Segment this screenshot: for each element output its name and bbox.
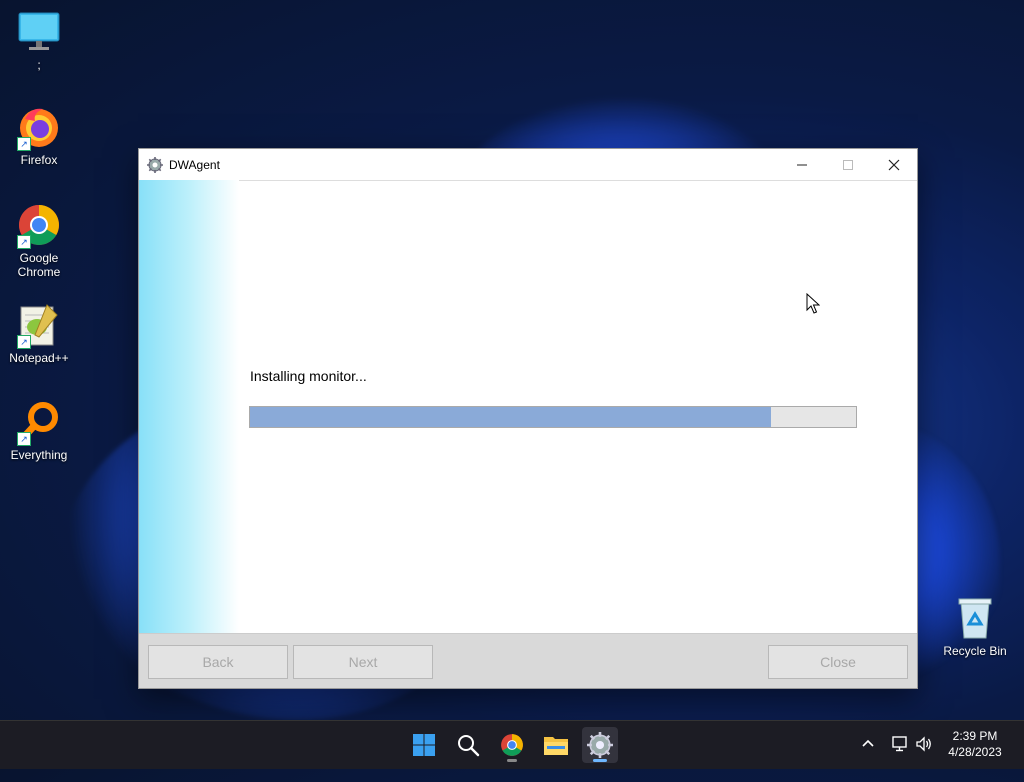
desktop-icon-firefox[interactable]: ↗ Firefox (3, 105, 75, 167)
network-button[interactable] (891, 735, 909, 756)
start-button[interactable] (406, 727, 442, 763)
running-indicator (593, 759, 607, 762)
desktop-icon-chrome[interactable]: ↗ Google Chrome (3, 203, 75, 279)
next-button[interactable]: Next (293, 645, 433, 679)
shortcut-arrow-icon: ↗ (17, 235, 31, 249)
close-icon (888, 159, 900, 170)
chrome-icon: ↗ (17, 203, 61, 249)
folder-icon (544, 737, 568, 755)
desktop-icon-everything[interactable]: ↗ Everything (3, 400, 75, 462)
desktop-icon-label: Google Chrome (17, 251, 61, 279)
gear-icon (587, 732, 613, 758)
desktop-icon-label: Everything (10, 448, 68, 462)
recycle-bin-icon (953, 596, 997, 640)
clock-date: 4/28/2023 (948, 745, 1002, 759)
sidebar-gradient (139, 180, 239, 635)
back-button[interactable]: Back (148, 645, 288, 679)
shortcut-arrow-icon: ↗ (17, 335, 31, 349)
taskbar-file-explorer-button[interactable] (538, 727, 574, 763)
search-icon (458, 735, 480, 757)
maximize-icon (843, 159, 853, 170)
taskbar-dwagent-button[interactable] (582, 727, 618, 763)
close-button[interactable]: Close (768, 645, 908, 679)
firefox-icon: ↗ (17, 105, 61, 151)
window-title: DWAgent (169, 157, 220, 172)
volume-button[interactable] (915, 735, 933, 756)
title-bar[interactable]: DWAgent (139, 149, 917, 181)
monitor-icon (17, 10, 61, 54)
desktop-icon-label: Firefox (20, 153, 58, 167)
taskbar-search-button[interactable] (450, 727, 486, 763)
desktop-icon-label: Notepad++ (9, 351, 69, 365)
desktop-icon-recycle-bin[interactable]: Recycle Bin (939, 596, 1011, 658)
minimize-button[interactable] (779, 149, 825, 180)
button-bar: Back Next Close (139, 633, 917, 688)
shortcut-arrow-icon: ↗ (17, 137, 31, 151)
desktop-icon-label: ; (37, 58, 41, 72)
network-icon (892, 736, 907, 752)
desktop-icon-label: Recycle Bin (943, 644, 1007, 658)
minimize-icon (797, 164, 807, 165)
shortcut-arrow-icon: ↗ (17, 432, 31, 446)
show-hidden-icons-button[interactable] (860, 736, 876, 755)
mouse-cursor-icon (806, 292, 821, 320)
status-text: Installing monitor... (250, 368, 367, 384)
windows-logo-icon (413, 734, 435, 756)
notepadpp-icon: ↗ (17, 303, 61, 349)
taskbar: 2:39 PM 4/28/2023 (0, 720, 1024, 769)
dwagent-window: DWAgent Installing monitor... Back Next … (138, 148, 918, 689)
installer-content: Installing monitor... (139, 180, 917, 635)
chrome-icon (501, 734, 523, 756)
chevron-up-icon (862, 739, 874, 747)
taskbar-clock[interactable]: 2:39 PM 4/28/2023 (940, 728, 1010, 760)
running-indicator (507, 759, 517, 762)
desktop-icon-notepadpp[interactable]: ↗ Notepad++ (3, 303, 75, 365)
progress-bar (249, 406, 857, 428)
magnifier-icon: ↗ (17, 400, 61, 446)
desktop-icon-this-pc[interactable]: ; (3, 10, 75, 72)
clock-time: 2:39 PM (952, 729, 998, 743)
close-window-button[interactable] (871, 149, 917, 180)
gear-icon (147, 156, 163, 173)
progress-fill (250, 407, 772, 427)
speaker-icon (916, 736, 931, 752)
taskbar-chrome-button[interactable] (494, 727, 530, 763)
maximize-button[interactable] (825, 149, 871, 180)
